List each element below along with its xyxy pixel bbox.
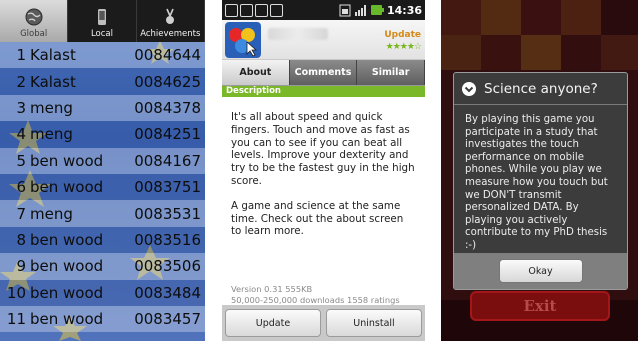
globe-icon: [25, 8, 43, 26]
update-link[interactable]: Update: [384, 30, 421, 40]
description-paragraph: It's all about speed and quick fingers. …: [231, 111, 415, 187]
market-tabs: About Comments Similar: [222, 60, 425, 86]
table-row: 4 meng 0084251: [0, 121, 205, 148]
player-name: ben wood: [30, 310, 104, 329]
player-name: meng: [30, 98, 73, 117]
rank: 4: [16, 125, 26, 144]
score-value: 0083516: [134, 230, 201, 249]
rank: 3: [16, 98, 26, 117]
score-value: 0083457: [134, 310, 201, 329]
science-dialog: Science anyone? By playing this game you…: [453, 72, 628, 290]
score-value: 0084167: [134, 151, 201, 170]
score-value: 0084625: [134, 72, 201, 91]
player-name: Kalast: [30, 46, 76, 65]
uninstall-button[interactable]: Uninstall: [326, 309, 422, 337]
dialog-title: Science anyone?: [484, 80, 598, 97]
rank: 7: [16, 204, 26, 223]
update-button[interactable]: Update: [225, 309, 321, 337]
score-value: 0083531: [134, 204, 201, 223]
table-row: 1 Kalast 0084644: [0, 42, 205, 69]
android-icon: [270, 3, 283, 17]
table-row: 3 meng 0084378: [0, 94, 205, 122]
rank: 9: [16, 257, 26, 276]
tab-achievements[interactable]: Achievements: [137, 0, 205, 42]
leaderboard-screen: Global Local Achievements 1 Kalast 0084644…: [0, 0, 205, 341]
app-header: Update ★★★★☆: [222, 20, 425, 60]
table-row: 9 ben wood 0083506: [0, 253, 205, 280]
player-name: meng: [30, 204, 73, 223]
description-paragraph: A game and science at the same time. Che…: [231, 199, 404, 238]
rating-stars: ★★★★☆: [385, 42, 422, 52]
description-text: It's all about speed and quick fingers. …: [222, 97, 425, 238]
player-name: ben wood: [30, 257, 104, 276]
leaderboard-tabs: Global Local Achievements: [0, 0, 205, 42]
player-name: ben wood: [30, 178, 104, 197]
rank: 6: [16, 178, 26, 197]
rank: 2: [16, 72, 26, 91]
player-name: meng: [30, 125, 73, 144]
dialog-header: Science anyone?: [454, 73, 627, 105]
usb-icon: [255, 3, 268, 17]
player-name: ben wood: [30, 151, 104, 170]
rank: 11: [6, 310, 26, 329]
app-name-redacted: [268, 28, 328, 40]
battery-icon: [370, 5, 384, 15]
rank: 8: [16, 230, 26, 249]
info-icon: [462, 81, 476, 96]
score-value: 0083484: [134, 283, 201, 302]
action-bar: Update Uninstall: [222, 305, 425, 341]
rank: 1: [16, 46, 26, 65]
table-row: 7 meng 0083531: [0, 200, 205, 227]
score-list: 1 Kalast 0084644 2 Kalast 0084625 3 meng 00843…: [0, 42, 205, 333]
player-name: ben wood: [30, 283, 104, 302]
score-value: 0084644: [134, 46, 201, 65]
player-name: ben wood: [30, 230, 104, 249]
score-value: 0083751: [134, 178, 201, 197]
game-screen: Exit Science anyone? By playing this gam…: [441, 0, 638, 341]
table-row: 11 ben wood 0083457: [0, 305, 205, 333]
status-bar: 14:36: [222, 0, 425, 20]
notification-icon: [225, 3, 238, 17]
tab-local[interactable]: Local: [68, 0, 137, 42]
table-row: 5 ben wood 0084167: [0, 147, 205, 174]
app-icon: [225, 22, 261, 58]
download-icon: [240, 3, 253, 17]
status-time: 14:36: [386, 3, 422, 17]
tab-comments[interactable]: Comments: [289, 60, 358, 85]
tab-achievements-label: Achievements: [140, 29, 201, 39]
dialog-message: By playing this game you participate in …: [465, 114, 608, 251]
table-row: 10 ben wood 0083484: [0, 279, 205, 306]
score-value: 0084378: [134, 98, 201, 117]
section-header: Description: [222, 86, 425, 97]
market-app-screen: 14:36 Update ★★★★☆ About Comments Simila…: [222, 0, 425, 341]
tab-local-label: Local: [90, 29, 113, 39]
tab-global-label: Global: [20, 29, 48, 39]
trophy-icon: [166, 8, 175, 24]
table-row: 2 Kalast 0084625: [0, 68, 205, 95]
rank: 10: [6, 283, 26, 302]
app-meta: Version 0.31 555KB 50,000-250,000 downlo…: [231, 284, 400, 306]
version-info: Version 0.31 555KB: [231, 284, 313, 294]
okay-button[interactable]: Okay: [498, 259, 583, 283]
score-value: 0084251: [134, 125, 201, 144]
phone-icon: [97, 9, 106, 25]
tab-global[interactable]: Global: [0, 0, 69, 42]
player-name: Kalast: [30, 72, 76, 91]
rank: 5: [16, 151, 26, 170]
score-value: 0083506: [134, 257, 201, 276]
wifi-icon: [339, 4, 351, 16]
table-row: 6 ben wood 0083751: [0, 173, 205, 201]
signal-icon: [354, 4, 366, 16]
tab-about[interactable]: About: [222, 60, 290, 85]
tab-similar[interactable]: Similar: [357, 60, 425, 85]
dialog-footer: Okay: [454, 253, 627, 289]
exit-button[interactable]: Exit: [470, 291, 610, 321]
table-row: 8 ben wood 0083516: [0, 226, 205, 254]
